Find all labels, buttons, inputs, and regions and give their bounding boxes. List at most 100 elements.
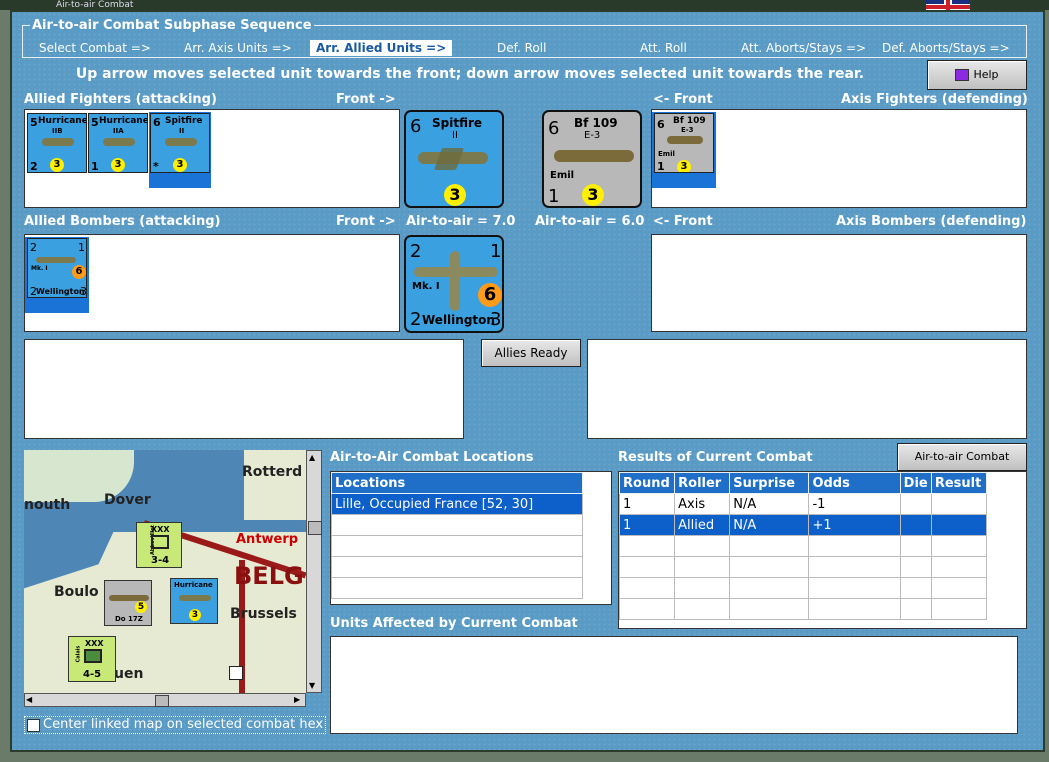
results-col-die: Die [899,472,932,494]
unit-defense: * [153,160,159,173]
allied-message-panel [24,339,464,439]
map-counter-abbeville[interactable]: XXX Abbevillist 3-4 [136,522,182,568]
unit-attack: 6 [410,116,422,137]
step-def-aborts: Def. Aborts/Stays => [882,41,1010,55]
counter-name: Do 17Z [115,615,143,623]
axis-bombers-panel[interactable] [651,234,1027,332]
sequence-legend: Air-to-air Combat Subphase Sequence [30,18,314,33]
unit-bottom-value: 3 [80,285,87,298]
scroll-down-icon[interactable]: ▼ [309,681,315,690]
unit-name: Hurricane [99,116,148,126]
scroll-thumb[interactable] [308,521,322,535]
map-city-brussels: Brussels [230,606,297,622]
results-table: Round Roller Surprise Odds Die Result 1 … [619,472,988,620]
cell-roller: Axis [674,493,731,515]
results-row-selected[interactable]: 1 Allied N/A +1 [619,514,988,536]
map-counter-calais[interactable]: XXX Calais 4-5 [68,636,116,682]
linked-map[interactable]: Rotterd Dover nouth Antwerp Boulo BELG B… [24,450,322,693]
results-col-round: Round [619,472,676,494]
results-row-empty [619,577,988,599]
unit-counter-wellington[interactable]: 2 1 Mk. I 6 2 Wellington 3 [27,238,87,298]
center-linked-label: Center linked map on selected combat hex [43,717,324,732]
results-row-empty [619,598,988,620]
unit-name: Bf 109 [574,116,618,130]
unit-variant: E-3 [681,126,694,134]
axis-fighters-panel[interactable]: 6 Bf 109 E-3 Emil 1 3 [651,109,1027,208]
results-col-surprise: Surprise [729,472,810,494]
scroll-up-icon[interactable]: ▲ [309,453,315,462]
locations-title: Air-to-Air Combat Locations [330,450,534,465]
map-city-boulogne: Boulo [54,584,99,600]
unit-counter-hurricane-iia[interactable]: 5 Hurricane IIA 1 3 [88,113,148,173]
unit-counter-hurricane-iib[interactable]: 5 Hurricane IIB 2 3 [27,113,87,173]
aircraft-icon [36,257,76,263]
unit-attack: 6 [153,116,161,129]
counter-name: Calais [75,645,82,663]
unit-name: Hurricane [38,116,87,126]
infantry-icon [151,535,169,549]
locations-header: Locations [331,472,583,494]
help-label: Help [973,68,999,81]
results-col-odds: Odds [808,472,901,494]
map-counter-hurricane[interactable]: Hurricane 3 [170,578,218,624]
unit-range: 3 [677,160,691,172]
cell-odds: +1 [808,514,901,536]
scroll-thumb[interactable] [155,695,169,707]
unit-attack: 5 [91,116,99,129]
scroll-right-icon[interactable]: ▶ [294,695,304,705]
allies-ready-button[interactable]: Allies Ready [481,339,581,367]
unit-top-value: 1 [78,241,85,254]
unit-attack: 2 [30,241,37,254]
step-arr-axis-units: Arr. Axis Units => [184,41,292,55]
aircraft-icon [109,595,149,601]
allied-fighters-front-label: Front -> [336,92,396,107]
center-linked-option[interactable]: Center linked map on selected combat hex [24,716,326,734]
allied-fighters-label: Allied Fighters (attacking) [24,92,217,107]
counter-range: 5 [135,601,147,613]
unit-variant: Mk. I [31,265,48,272]
results-panel: Round Roller Surprise Odds Die Result 1 … [618,471,1027,629]
map-city-antwerp: Antwerp [236,532,299,547]
map-counter-do17z[interactable]: 5 Do 17Z [104,580,152,626]
help-button[interactable]: Help [927,60,1027,90]
map-city-plymouth: nouth [24,497,71,513]
map-vertical-scrollbar[interactable]: ▲ ▼ [306,450,322,693]
results-col-roller: Roller [674,472,731,494]
location-row[interactable]: Lille, Occupied France [52, 30] [331,493,583,515]
aircraft-icon [667,136,703,144]
locations-list[interactable]: Locations Lille, Occupied France [52, 30… [330,471,612,605]
scroll-left-icon[interactable]: ◀ [26,695,36,705]
map-city-rotterdam: Rotterd [242,464,303,480]
unit-counter-spitfire-ii[interactable]: 6 Spitfire II * 3 [150,113,210,173]
combat-chart-button[interactable]: Air-to-air Combat Chart [897,443,1027,489]
instruction-text: Up arrow moves selected unit towards the… [75,66,865,82]
map-horizontal-scrollbar[interactable]: ◀ ▶ [24,693,306,707]
map-city-rouen: uen [114,666,144,682]
window-title-bar: Air-to-air Combat [0,0,1049,10]
cell-result [930,493,988,515]
cell-surprise: N/A [729,493,810,515]
axis-bombers-front-label: <- Front [653,214,713,229]
unit-variant: Mk. I [412,281,440,292]
unit-counter-bf109-e3[interactable]: 6 Bf 109 E-3 Emil 1 3 [654,113,714,173]
cell-surprise: N/A [729,514,810,536]
unit-defense: 1 [91,160,99,173]
results-row[interactable]: 1 Axis N/A -1 [619,493,988,515]
unit-name: Spitfire [165,116,203,126]
unit-variant: E-3 [584,130,601,141]
location-row-empty [331,514,583,536]
center-linked-checkbox[interactable] [27,719,40,732]
unit-name: Wellington [422,313,495,327]
book-icon [955,69,970,81]
aircraft-icon [179,595,211,601]
results-row-empty [619,535,988,557]
allied-fighters-panel[interactable]: 5 Hurricane IIB 2 3 5 Hurricane IIA 1 3 … [24,109,400,208]
infantry-icon [84,649,102,663]
counter-range: 3 [189,609,201,621]
unit-attack: 6 [657,118,665,131]
step-select-combat: Select Combat => [39,41,151,55]
allied-bombers-panel[interactable]: 2 1 Mk. I 6 2 Wellington 3 [24,234,400,332]
allied-bombers-front-label: Front -> [336,214,396,229]
locations-table: Locations Lille, Occupied France [52, 30… [331,472,583,599]
cell-die [899,514,932,536]
